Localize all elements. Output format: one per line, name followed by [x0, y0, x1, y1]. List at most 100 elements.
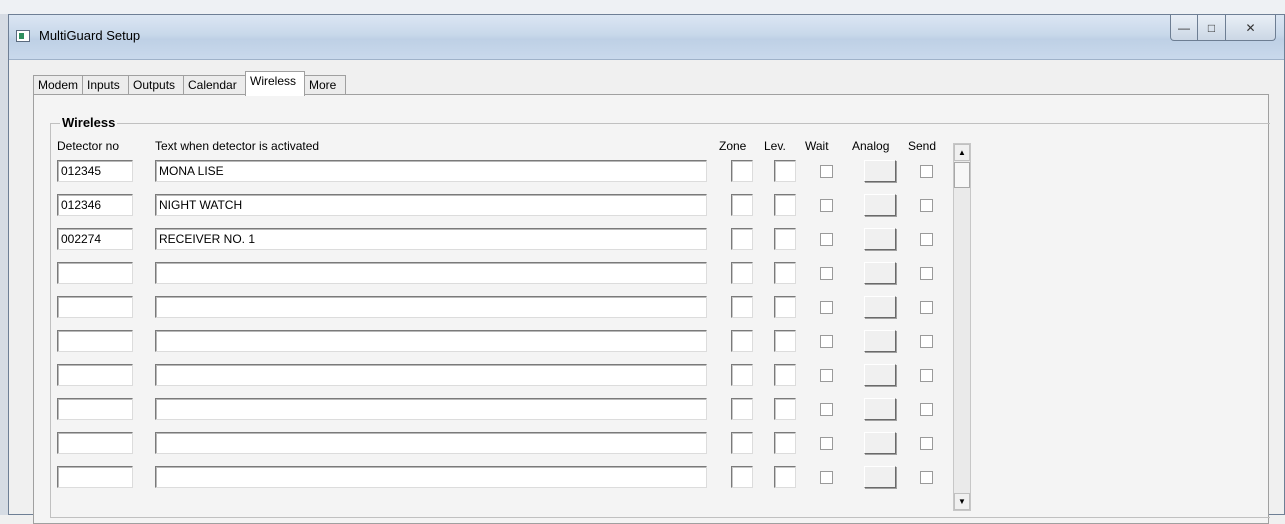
- header-send: Send: [908, 139, 937, 153]
- wait-checkbox[interactable]: [820, 437, 833, 450]
- wait-checkbox[interactable]: [820, 369, 833, 382]
- minimize-button[interactable]: —: [1170, 15, 1198, 41]
- zone-field[interactable]: [731, 432, 753, 454]
- app-icon: [16, 30, 30, 42]
- maximize-icon: □: [1207, 20, 1216, 35]
- level-field[interactable]: [774, 228, 796, 250]
- analog-button[interactable]: [864, 296, 896, 318]
- title-bar[interactable]: MultiGuard Setup — □ ✕: [9, 15, 1284, 60]
- send-checkbox[interactable]: [920, 335, 933, 348]
- analog-button[interactable]: [864, 194, 896, 216]
- header-lev: Lev.: [764, 139, 786, 153]
- detector-no-field[interactable]: [57, 466, 133, 488]
- header-zone: Zone: [719, 139, 747, 153]
- tab-outputs[interactable]: Outputs: [128, 75, 184, 95]
- wait-checkbox[interactable]: [820, 301, 833, 314]
- detector-text-field[interactable]: [155, 330, 707, 352]
- detector-no-field[interactable]: [57, 364, 133, 386]
- wait-checkbox[interactable]: [820, 267, 833, 280]
- send-checkbox[interactable]: [920, 267, 933, 280]
- close-icon: ✕: [1245, 20, 1256, 35]
- background-edge: [0, 14, 8, 515]
- level-field[interactable]: [774, 398, 796, 420]
- triangle-up-icon: ▲: [958, 148, 966, 157]
- minimize-icon: —: [1178, 20, 1190, 35]
- tab-more[interactable]: More: [304, 75, 346, 95]
- detector-no-field[interactable]: 002274: [57, 228, 133, 250]
- analog-button[interactable]: [864, 330, 896, 352]
- level-field[interactable]: [774, 330, 796, 352]
- zone-field[interactable]: [731, 262, 753, 284]
- analog-button[interactable]: [864, 262, 896, 284]
- send-checkbox[interactable]: [920, 233, 933, 246]
- level-field[interactable]: [774, 364, 796, 386]
- send-checkbox[interactable]: [920, 301, 933, 314]
- wait-checkbox[interactable]: [820, 403, 833, 416]
- detector-text-field[interactable]: [155, 466, 707, 488]
- wait-checkbox[interactable]: [820, 199, 833, 212]
- window-controls: — □ ✕: [1170, 15, 1276, 41]
- level-field[interactable]: [774, 466, 796, 488]
- triangle-down-icon: ▼: [958, 497, 966, 506]
- zone-field[interactable]: [731, 364, 753, 386]
- send-checkbox[interactable]: [920, 471, 933, 484]
- wait-checkbox[interactable]: [820, 233, 833, 246]
- detector-no-field[interactable]: 012346: [57, 194, 133, 216]
- send-checkbox[interactable]: [920, 165, 933, 178]
- scroll-down-button[interactable]: ▼: [954, 493, 970, 510]
- detector-no-field[interactable]: [57, 330, 133, 352]
- wait-checkbox[interactable]: [820, 471, 833, 484]
- level-field[interactable]: [774, 432, 796, 454]
- send-checkbox[interactable]: [920, 403, 933, 416]
- zone-field[interactable]: [731, 296, 753, 318]
- send-checkbox[interactable]: [920, 199, 933, 212]
- tab-inputs[interactable]: Inputs: [82, 75, 129, 95]
- zone-field[interactable]: [731, 194, 753, 216]
- detector-no-field[interactable]: [57, 432, 133, 454]
- vertical-scrollbar[interactable]: ▲ ▼: [953, 143, 971, 511]
- zone-field[interactable]: [731, 330, 753, 352]
- zone-field[interactable]: [731, 160, 753, 182]
- window-title: MultiGuard Setup: [39, 28, 141, 43]
- zone-field[interactable]: [731, 398, 753, 420]
- analog-button[interactable]: [864, 398, 896, 420]
- detector-text-field[interactable]: [155, 262, 707, 284]
- detector-text-field[interactable]: NIGHT WATCH: [155, 194, 707, 216]
- detector-text-field[interactable]: MONA LISE: [155, 160, 707, 182]
- header-wait: Wait: [805, 139, 829, 153]
- zone-field[interactable]: [731, 228, 753, 250]
- tab-modem[interactable]: Modem: [33, 75, 83, 95]
- level-field[interactable]: [774, 160, 796, 182]
- wait-checkbox[interactable]: [820, 165, 833, 178]
- level-field[interactable]: [774, 194, 796, 216]
- close-button[interactable]: ✕: [1226, 15, 1276, 41]
- detector-text-field[interactable]: [155, 364, 707, 386]
- detector-text-field[interactable]: [155, 296, 707, 318]
- detector-text-field[interactable]: RECEIVER NO. 1: [155, 228, 707, 250]
- detector-text-field[interactable]: [155, 432, 707, 454]
- analog-button[interactable]: [864, 228, 896, 250]
- analog-button[interactable]: [864, 160, 896, 182]
- send-checkbox[interactable]: [920, 437, 933, 450]
- detector-no-field[interactable]: [57, 296, 133, 318]
- detector-no-field[interactable]: [57, 262, 133, 284]
- level-field[interactable]: [774, 262, 796, 284]
- tab-wireless[interactable]: Wireless: [245, 71, 305, 96]
- maximize-button[interactable]: □: [1198, 15, 1226, 41]
- analog-button[interactable]: [864, 364, 896, 386]
- wait-checkbox[interactable]: [820, 335, 833, 348]
- tab-calendar[interactable]: Calendar: [183, 75, 246, 95]
- analog-button[interactable]: [864, 432, 896, 454]
- scroll-thumb[interactable]: [954, 162, 970, 188]
- analog-button[interactable]: [864, 466, 896, 488]
- detector-text-field[interactable]: [155, 398, 707, 420]
- detector-no-field[interactable]: [57, 398, 133, 420]
- detector-no-field[interactable]: 012345: [57, 160, 133, 182]
- background-desktop: [0, 0, 1285, 14]
- zone-field[interactable]: [731, 466, 753, 488]
- level-field[interactable]: [774, 296, 796, 318]
- send-checkbox[interactable]: [920, 369, 933, 382]
- scroll-up-button[interactable]: ▲: [954, 144, 970, 161]
- header-analog: Analog: [852, 139, 890, 153]
- wireless-groupbox: [50, 123, 1270, 518]
